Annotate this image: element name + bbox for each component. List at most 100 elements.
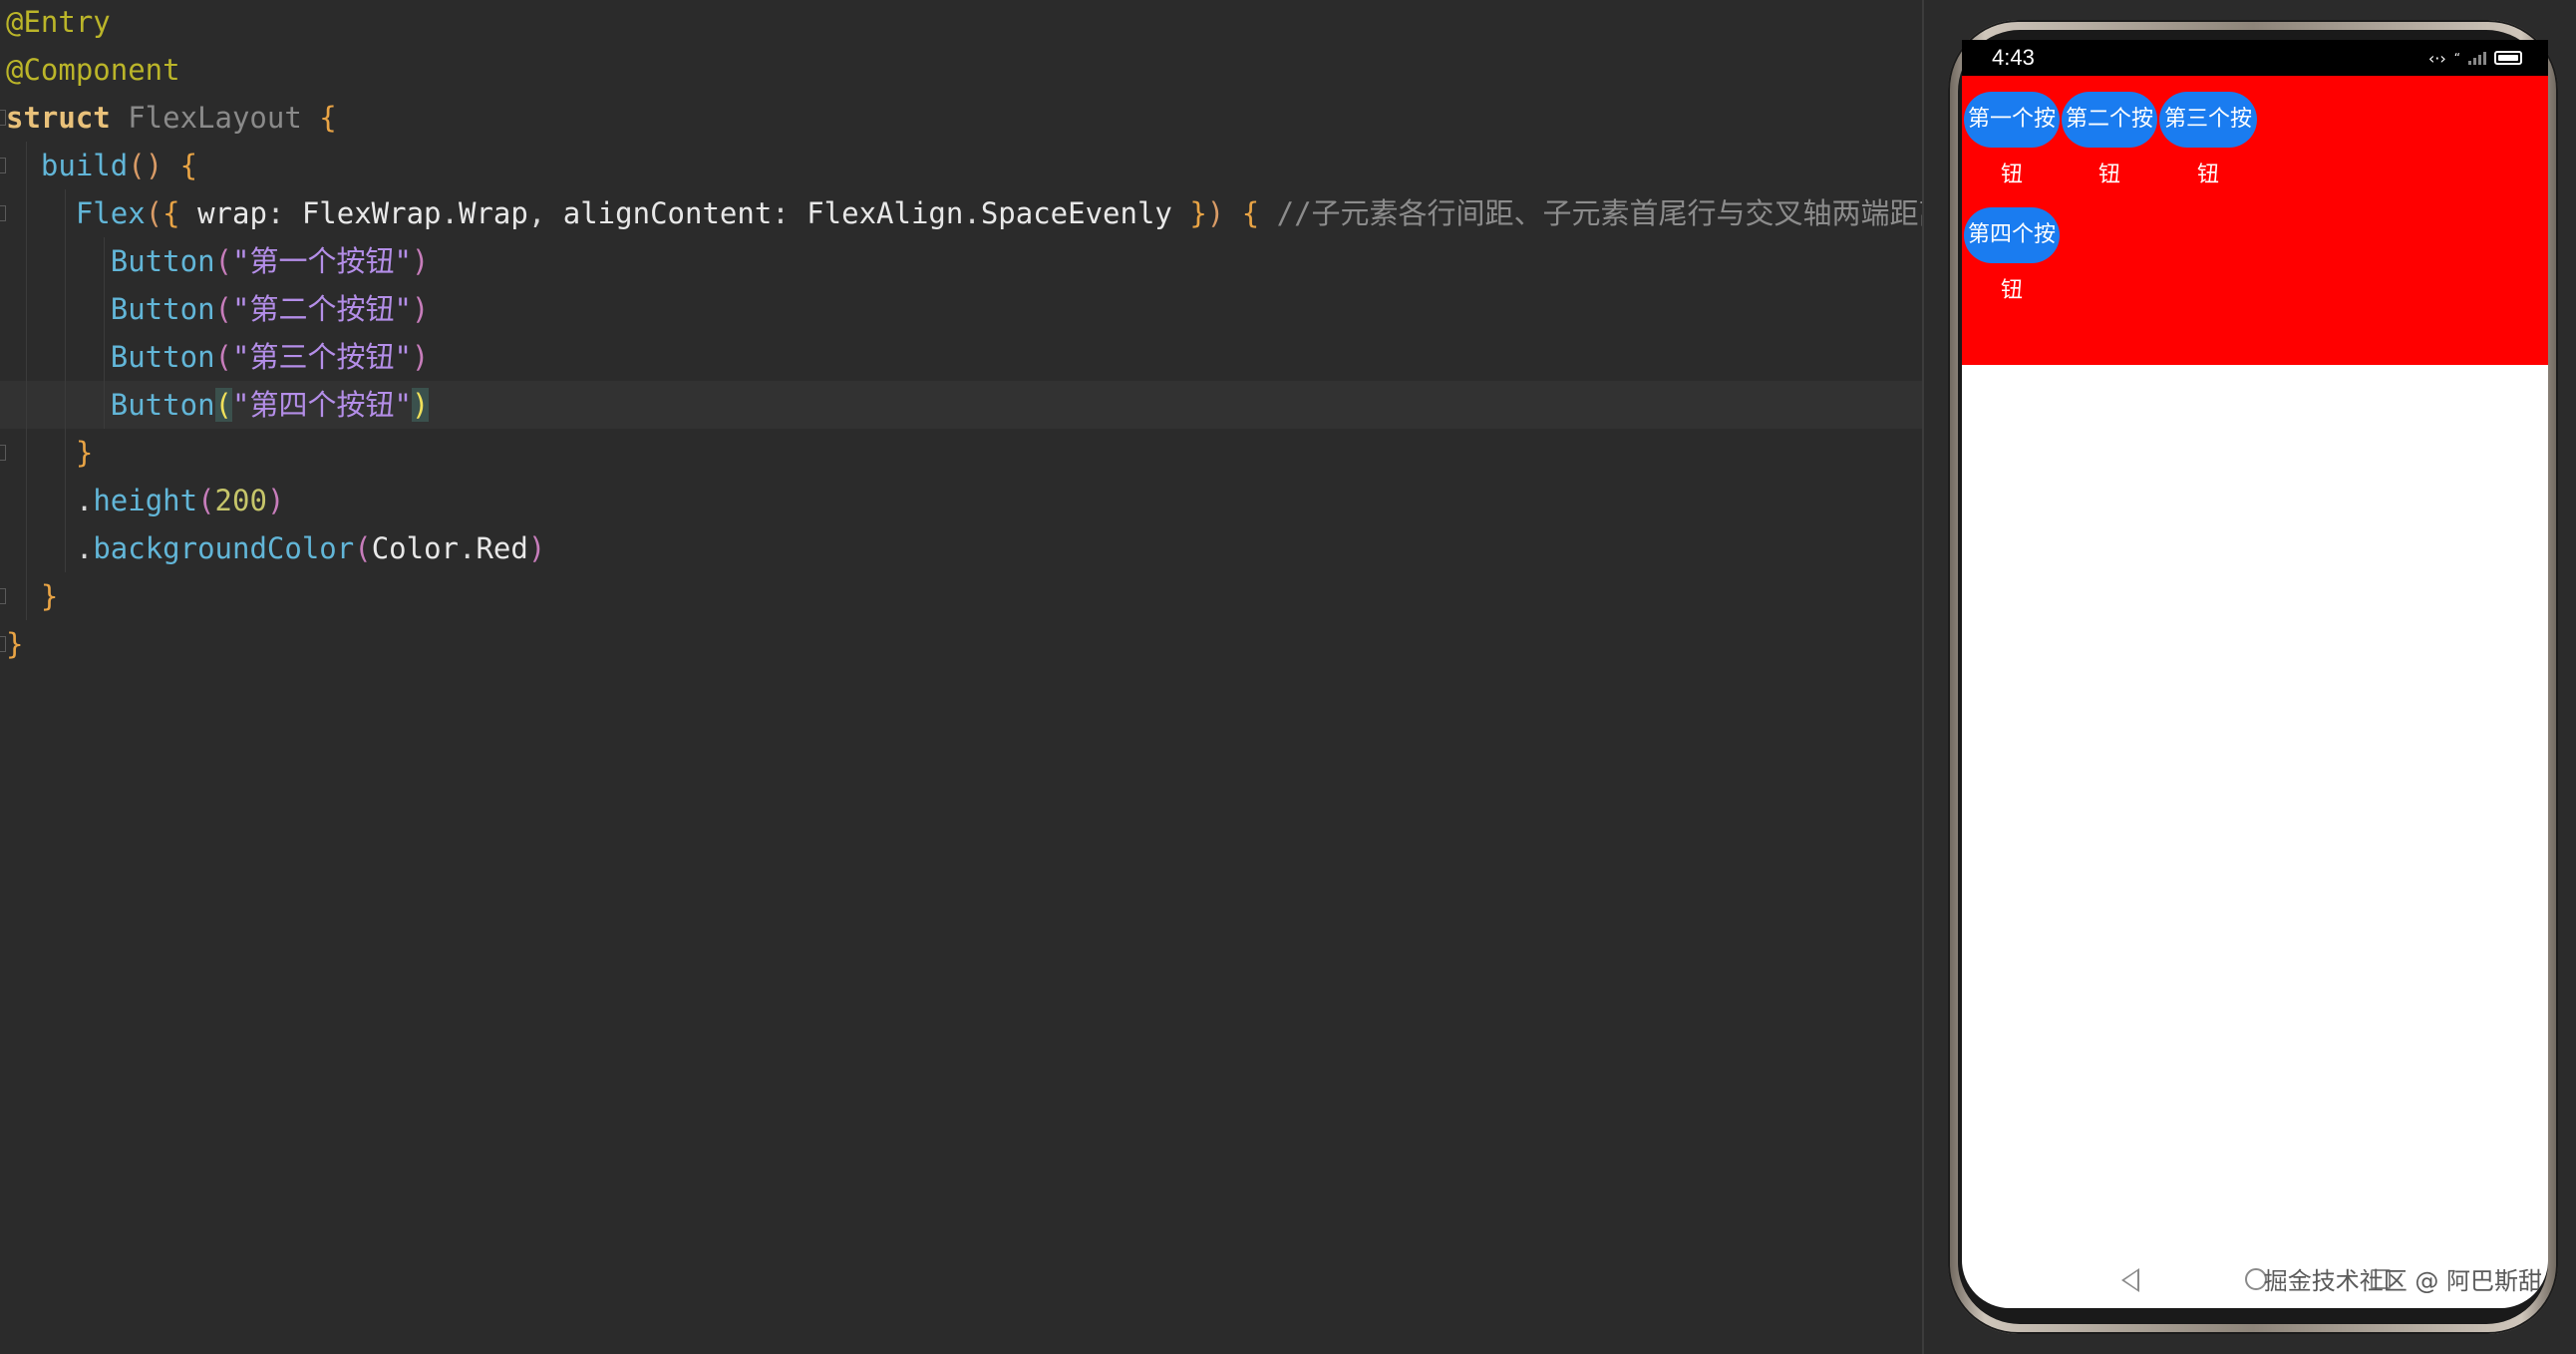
code-token: "第一个按钮" [232, 244, 412, 278]
code-line[interactable]: Button("第三个按钮") [0, 333, 1922, 381]
code-line[interactable]: Button("第一个按钮") [0, 237, 1922, 285]
code-token: ( [214, 244, 232, 278]
code-token: Button [110, 292, 215, 326]
code-text: @Component [6, 46, 180, 94]
code-line[interactable]: Button("第二个按钮") [0, 285, 1922, 333]
code-line[interactable]: struct FlexLayout { [0, 94, 1922, 142]
code-line[interactable]: .height(200) [0, 477, 1922, 524]
code-token: ( [214, 388, 232, 422]
code-line[interactable]: Button("第四个按钮") [0, 381, 1922, 429]
button-first[interactable]: 第一个按钮 [1964, 92, 2060, 187]
quote-icon: “ [2453, 51, 2460, 65]
status-icons: ‹·› “ [2428, 40, 2522, 76]
code-line[interactable]: .backgroundColor(Color.Red) [0, 524, 1922, 572]
code-token: "第四个按钮" [232, 388, 412, 422]
code-token: @Component [6, 53, 180, 87]
watermark: 掘金技术社区 @ 阿巴斯甜 [2263, 1267, 2542, 1295]
code-token: () [128, 149, 180, 182]
code-token: FlexWrap [301, 196, 442, 230]
code-token: Button [110, 388, 215, 422]
status-time: 4:43 [1992, 45, 2035, 70]
code-token: } [75, 436, 94, 470]
code-token: } [40, 579, 59, 613]
code-token: { [179, 149, 198, 182]
status-bar: 4:43 ‹·› “ [1962, 40, 2548, 76]
code-token: . [441, 196, 459, 230]
code-line[interactable]: Flex({ wrap: FlexWrap.Wrap, alignContent… [0, 189, 1922, 237]
code-token: SpaceEvenly [980, 196, 1190, 230]
button-fourth[interactable]: 第四个按钮 [1964, 207, 2060, 303]
code-token: , [527, 196, 563, 230]
code-token: alignContent [562, 196, 773, 230]
code-token: ) [411, 388, 430, 422]
code-token: height [93, 484, 198, 517]
code-token: : [266, 196, 302, 230]
code-token: ( [214, 340, 232, 374]
code-editor[interactable]: @Entry @Component struct FlexLayout { buil… [0, 0, 1922, 1354]
code-token: 200 [214, 484, 267, 517]
code-token: { [319, 101, 337, 135]
code-token: ( [145, 196, 163, 230]
code-token: { [162, 196, 198, 230]
navigation-bar: 掘金技术社区 @ 阿巴斯甜 [1962, 1252, 2548, 1308]
code-token: . [459, 531, 477, 565]
code-token: Button [110, 244, 215, 278]
code-text: } [6, 620, 23, 668]
code-token: Wrap [459, 196, 528, 230]
battery-icon [2494, 51, 2522, 65]
code-line[interactable]: @Entry [0, 0, 1922, 46]
code-token: build [40, 149, 129, 182]
code-token: ) [411, 340, 430, 374]
code-token: Flex [75, 196, 146, 230]
code-token: ) [411, 292, 430, 326]
signal-icon [2468, 51, 2486, 65]
code-text: Button("第四个按钮") [6, 381, 430, 429]
code-token: backgroundColor [93, 531, 355, 565]
previewer-panel: 4:43 ‹·› “ 第一个按钮 第二个按钮 第三个按钮 第四个按钮 掘金技术社… [1924, 0, 2576, 1354]
code-text: Button("第二个按钮") [6, 285, 430, 333]
code-text: Button("第一个按钮") [6, 237, 430, 285]
code-token: ( [354, 531, 372, 565]
code-token: } [6, 627, 24, 661]
code-token: ) [527, 531, 546, 565]
code-text: .height(200) [6, 477, 285, 524]
code-line[interactable]: } [0, 429, 1922, 477]
code-line[interactable]: } [0, 572, 1922, 620]
code-text: struct FlexLayout { [6, 94, 337, 142]
code-token: ) [1206, 196, 1242, 230]
code-token: . [6, 531, 94, 565]
code-text: .backgroundColor(Color.Red) [6, 524, 546, 572]
code-token: . [963, 196, 981, 230]
code-token: Color [371, 531, 459, 565]
code-token: . [6, 484, 94, 517]
code-text: } [6, 572, 58, 620]
code-text: Flex({ wrap: FlexWrap.Wrap, alignContent… [6, 189, 1922, 237]
code-token: struct [6, 101, 129, 135]
code-line[interactable]: build() { [0, 142, 1922, 189]
code-token: { [1241, 196, 1277, 230]
code-token: ( [197, 484, 215, 517]
code-line[interactable]: @Component [0, 46, 1922, 94]
code-token: FlexLayout [128, 101, 320, 135]
code-text: build() { [6, 142, 197, 189]
code-arrows-icon: ‹·› [2427, 48, 2446, 68]
button-third[interactable]: 第三个按钮 [2159, 92, 2257, 187]
back-icon[interactable] [2121, 1268, 2139, 1292]
code-token: ( [214, 292, 232, 326]
button-second[interactable]: 第二个按钮 [2062, 92, 2157, 187]
flex-container: 第一个按钮 第二个按钮 第三个按钮 第四个按钮 [1962, 76, 2548, 365]
code-token: wrap [197, 196, 267, 230]
code-token: @Entry [6, 5, 111, 39]
code-text: Button("第三个按钮") [6, 333, 430, 381]
code-line[interactable]: } [0, 620, 1922, 668]
code-text: @Entry [6, 0, 111, 46]
ide-window: @Entry @Component struct FlexLayout { buil… [0, 0, 2576, 1354]
code-token: } [1189, 196, 1207, 230]
code-token: //子元素各行间距、子元素首尾行与交叉轴两端距离都相等。 [1276, 196, 1922, 230]
